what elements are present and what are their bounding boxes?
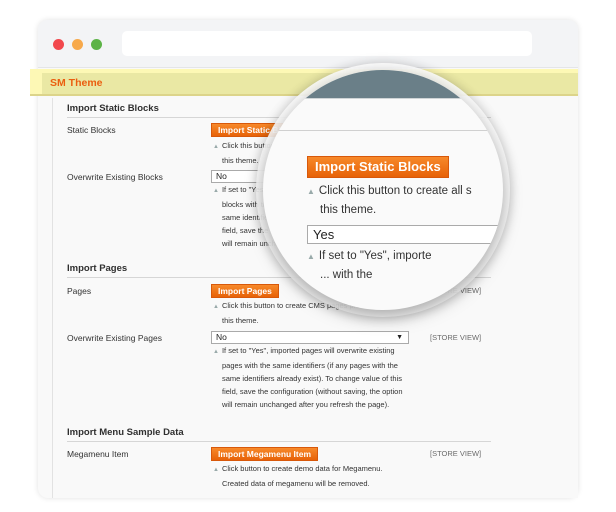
- maximize-window-button[interactable]: [91, 39, 102, 50]
- group-title-static-blocks: Import Static Blocks: [67, 103, 159, 114]
- scope-label: [STORE VIEW]: [430, 449, 482, 458]
- title-bar: [38, 20, 578, 68]
- hint-icon: ▲: [213, 188, 219, 194]
- divider: [263, 130, 503, 131]
- magnified-import-static-blocks-button[interactable]: Import Static Blocks: [307, 156, 449, 178]
- divider: [67, 441, 491, 442]
- hint-icon: ▲: [213, 144, 219, 150]
- lens-header-band: [263, 70, 503, 98]
- group-title-pages: Import Pages: [67, 263, 128, 274]
- megamenu-note: ▲ Click button to create demo data for Me…: [213, 464, 383, 488]
- row-label-overwrite-pages: Overwrite Existing Pages: [67, 333, 162, 343]
- close-window-button[interactable]: [53, 39, 64, 50]
- hint-icon: ▲: [213, 467, 219, 473]
- row-label-megamenu: Megamenu Item: [67, 449, 129, 459]
- row-label-overwrite-blocks: Overwrite Existing Blocks: [67, 172, 163, 182]
- overwrite-pages-select[interactable]: No ▼: [211, 331, 409, 344]
- magnified-overwrite-note: ▲ If set to "Yes", importe ... with the: [307, 250, 432, 281]
- magnified-note: ▲ Click this button to create all s this …: [307, 185, 472, 216]
- overwrite-pages-note: ▲ If set to "Yes", imported pages will ov…: [213, 346, 403, 409]
- row-label-pages: Pages: [67, 286, 92, 296]
- divider: [263, 98, 503, 99]
- minimize-window-button[interactable]: [72, 39, 83, 50]
- hint-icon: ▲: [307, 187, 315, 196]
- address-bar[interactable]: [122, 31, 532, 56]
- hint-icon: ▲: [307, 252, 315, 261]
- dropdown-arrow-icon: ▼: [396, 334, 403, 341]
- import-megamenu-button[interactable]: Import Megamenu Item: [211, 447, 319, 461]
- hint-icon: ▲: [213, 304, 219, 310]
- magnifier-lens: Import Static Blocks ▲ Click this button …: [263, 70, 503, 310]
- scope-label: [STORE VIEW]: [430, 333, 482, 342]
- group-title-menu-sample-data: Import Menu Sample Data: [67, 427, 184, 438]
- hint-icon: ▲: [213, 349, 219, 355]
- section-header-title: SM Theme: [50, 77, 103, 89]
- row-label-static-blocks: Static Blocks: [67, 125, 116, 135]
- magnified-overwrite-select[interactable]: Yes: [307, 225, 503, 244]
- import-pages-button[interactable]: Import Pages: [211, 284, 279, 298]
